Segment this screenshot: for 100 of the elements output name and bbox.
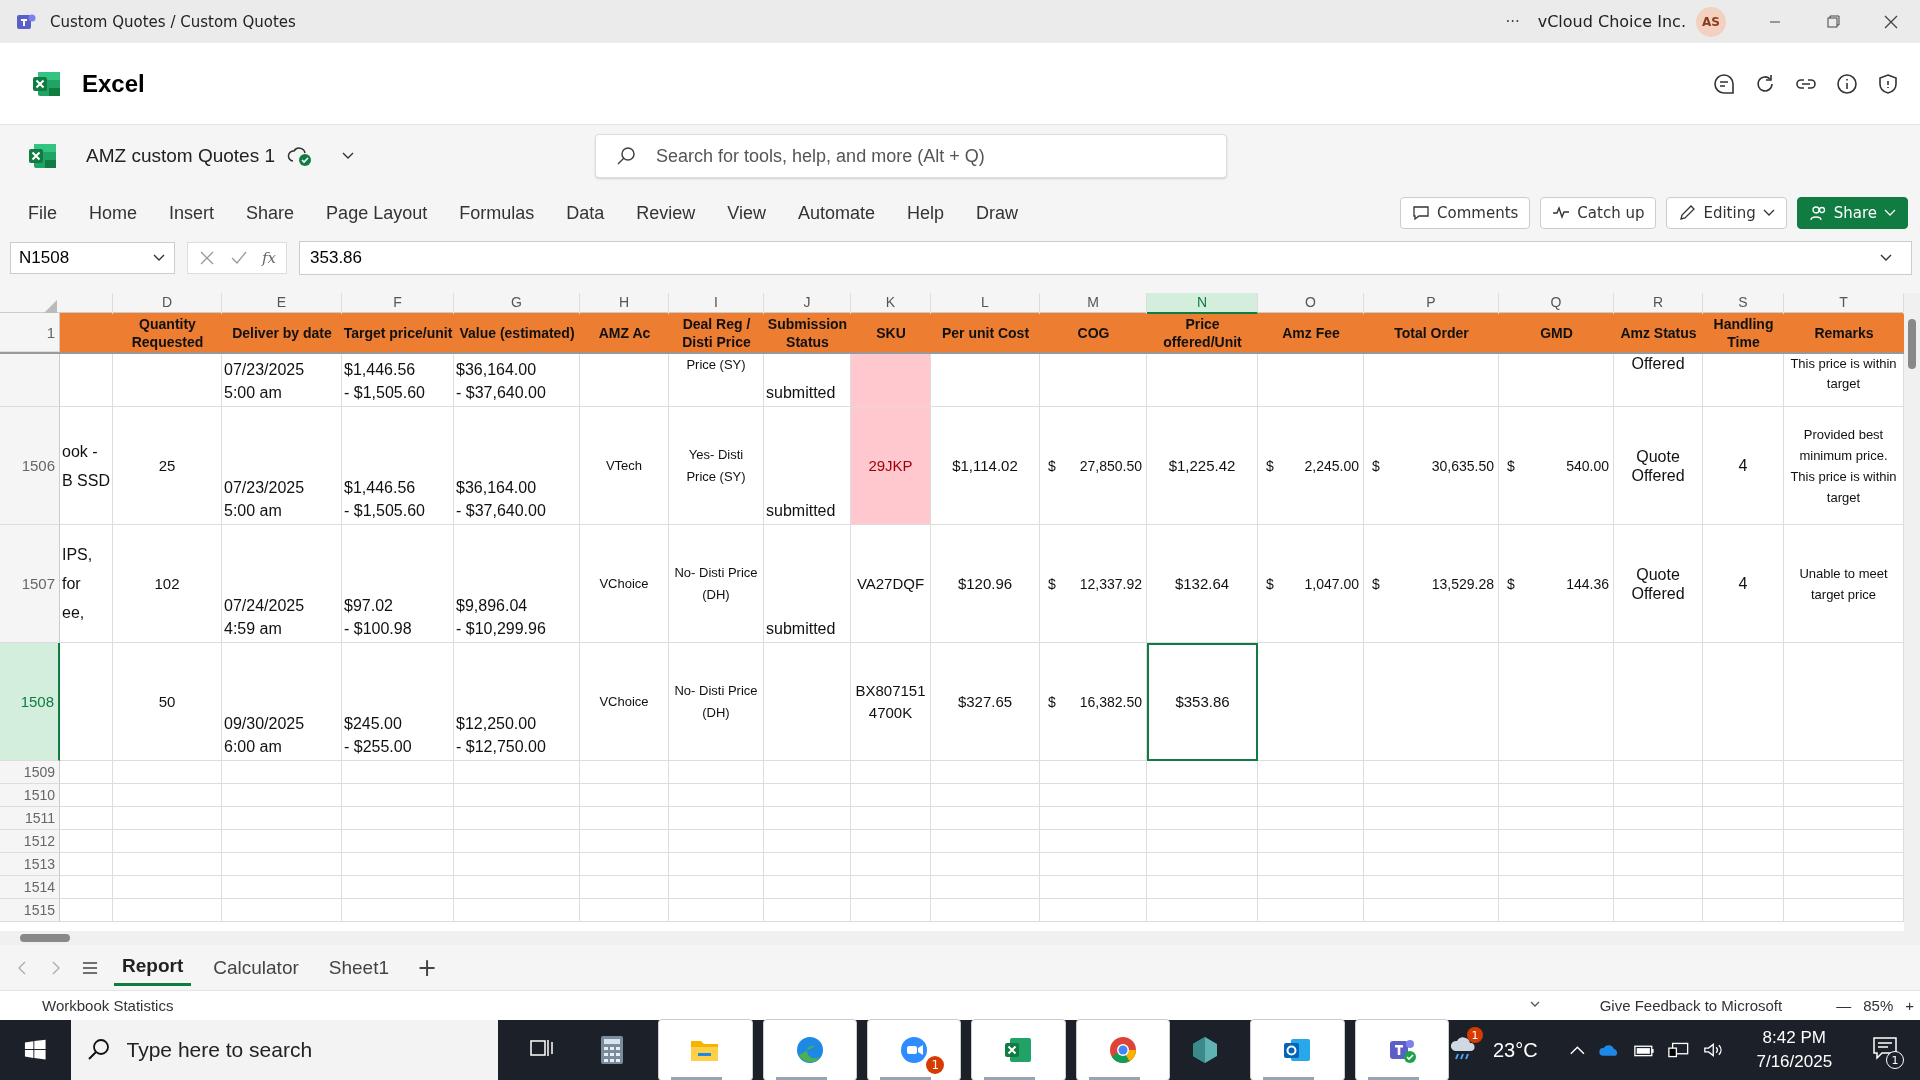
function-button[interactable]: fx xyxy=(262,249,276,267)
taskbar-search-field[interactable]: Type here to search xyxy=(70,1020,498,1080)
sheet-tab[interactable]: Sheet1 xyxy=(320,950,397,985)
table-cell: 102 xyxy=(113,525,222,643)
cancel-icon[interactable] xyxy=(198,249,216,267)
menu-tab[interactable]: Data xyxy=(554,202,617,224)
chevron-down-icon[interactable] xyxy=(341,151,355,161)
table-cell xyxy=(60,830,113,853)
chat-icon[interactable] xyxy=(1712,71,1736,96)
row-number[interactable]: 1512 xyxy=(0,830,60,853)
table-cell: $9,896.04 - $10,299.96 xyxy=(454,525,580,643)
sheet-tab[interactable]: Report xyxy=(114,949,192,986)
row-number[interactable]: 1509 xyxy=(0,761,60,784)
table-cell: 29JKP xyxy=(851,407,931,525)
row-number[interactable]: 1510 xyxy=(0,784,60,807)
row-number[interactable]: 1506 xyxy=(0,407,60,525)
video-app-icon xyxy=(899,1035,930,1065)
menu-tab[interactable]: Page Layout xyxy=(314,202,440,224)
clock-date[interactable]: 7/16/2025 xyxy=(1756,1050,1833,1074)
comments-button[interactable]: Comments xyxy=(1400,197,1531,229)
menu-tab[interactable]: Home xyxy=(77,202,150,224)
workbook-statistics[interactable]: Workbook Statistics xyxy=(42,996,174,1014)
row-number[interactable]: 1 xyxy=(0,313,60,352)
menu-tab[interactable]: Share xyxy=(234,202,307,224)
window-title: Custom Quotes / Custom Quotes xyxy=(50,12,296,31)
column-heading: Total Order xyxy=(1364,313,1499,352)
table-cell: $ 1,047.00 xyxy=(1258,525,1364,643)
table-cell: 4 xyxy=(1703,525,1784,643)
avatar[interactable]: AS xyxy=(1696,6,1726,37)
menu-tab[interactable]: Formulas xyxy=(447,202,547,224)
chevron-down-icon[interactable] xyxy=(1529,1001,1540,1009)
running-indicator xyxy=(1088,1077,1140,1080)
zoom-level[interactable]: 85% xyxy=(1863,996,1894,1014)
sheet-tab[interactable]: Calculator xyxy=(205,950,307,985)
table-cell: ook - B SSD xyxy=(60,407,113,525)
column-heading: Deliver by date xyxy=(222,313,342,352)
row-number[interactable]: 1511 xyxy=(0,807,60,830)
network-icon[interactable] xyxy=(1667,1040,1690,1060)
table-cell: VChoice xyxy=(580,525,669,643)
table-cell: $ 144.36 xyxy=(1499,525,1614,643)
vertical-scrollbar[interactable] xyxy=(1904,293,1920,931)
table-cell xyxy=(60,354,113,407)
row-number[interactable]: 1513 xyxy=(0,853,60,876)
menu-tab[interactable]: Draw xyxy=(964,202,1031,224)
table-cell: $ 540.00 xyxy=(1499,407,1614,525)
shield-icon[interactable] xyxy=(1876,71,1900,96)
zoom-in-button[interactable]: + xyxy=(1899,995,1920,1015)
share-button[interactable]: Share xyxy=(1796,197,1908,229)
add-sheet-button[interactable]: + xyxy=(411,952,444,983)
table-cell: $327.65 xyxy=(931,643,1040,761)
catchup-button[interactable]: Catch up xyxy=(1540,197,1657,229)
row-number[interactable]: 1514 xyxy=(0,876,60,899)
table-cell: 07/23/2025 5:00 am xyxy=(222,407,342,525)
menu-tab[interactable]: Insert xyxy=(157,202,227,224)
chevron-down-icon xyxy=(1879,253,1893,263)
row-number[interactable]: 1508 xyxy=(0,643,60,761)
column-header[interactable]: N xyxy=(1147,293,1258,314)
notification-badge: 1 xyxy=(1466,1027,1483,1043)
temperature[interactable]: 23°C xyxy=(1492,1038,1538,1062)
column-heading: SKU xyxy=(851,313,931,352)
running-indicator xyxy=(1367,1077,1419,1080)
start-icon[interactable] xyxy=(24,1038,47,1062)
clock-time[interactable]: 8:42 PM xyxy=(1762,1026,1826,1050)
info-icon[interactable] xyxy=(1835,71,1859,96)
table-cell: IPS, for ee, xyxy=(60,525,113,643)
volume-icon[interactable] xyxy=(1701,1040,1725,1060)
table-cell: $1,446.56 - $1,505.60 xyxy=(342,407,454,525)
table-cell: $ 2,245.00 xyxy=(1258,407,1364,525)
table-cell: $ 16,382.50 xyxy=(1040,643,1147,761)
name-box[interactable]: N1508 xyxy=(10,242,175,274)
taskbar-button[interactable]: 1 xyxy=(866,1019,962,1080)
more-button[interactable]: ··· xyxy=(1499,11,1526,32)
menu-tab[interactable]: Automate xyxy=(786,202,888,224)
column-heading: Submission Status xyxy=(764,313,851,352)
running-indicator xyxy=(984,1077,1036,1080)
column-heading: Per unit Cost xyxy=(931,313,1040,352)
menu-tab[interactable]: Review xyxy=(624,202,708,224)
menu-tab[interactable]: View xyxy=(715,202,778,224)
table-cell: No- Disti Price (DH) xyxy=(669,525,764,643)
menu-tab[interactable]: File xyxy=(16,202,69,224)
table-cell: 09/30/2025 6:00 am xyxy=(222,643,342,761)
table-cell xyxy=(60,876,113,899)
scroll-thumb[interactable] xyxy=(20,934,70,942)
table-cell: Offered xyxy=(1614,354,1703,407)
feedback-link[interactable]: Give Feedback to Microsoft xyxy=(1599,996,1783,1014)
row-number[interactable]: 1507 xyxy=(0,525,60,643)
scroll-thumb[interactable] xyxy=(1908,319,1916,369)
table-cell xyxy=(60,807,113,830)
formula-field[interactable]: 353.86 xyxy=(299,241,1912,275)
editing-button[interactable]: Editing xyxy=(1666,197,1787,229)
search-field[interactable]: Search for tools, help, and more (Alt + Q) xyxy=(595,134,1227,178)
horizontal-scrollbar[interactable] xyxy=(0,931,1920,945)
document-name[interactable]: AMZ custom Quotes 1 xyxy=(86,145,275,167)
menu-tab[interactable]: Help xyxy=(895,202,957,224)
column-heading: AMZ Ac xyxy=(580,313,669,352)
chevron-down-icon xyxy=(1884,209,1896,217)
table-cell: 07/24/2025 4:59 am xyxy=(222,525,342,643)
row-number[interactable]: 1515 xyxy=(0,899,60,922)
people-icon xyxy=(1808,204,1827,222)
zoom-out-button[interactable]: — xyxy=(1830,995,1858,1015)
